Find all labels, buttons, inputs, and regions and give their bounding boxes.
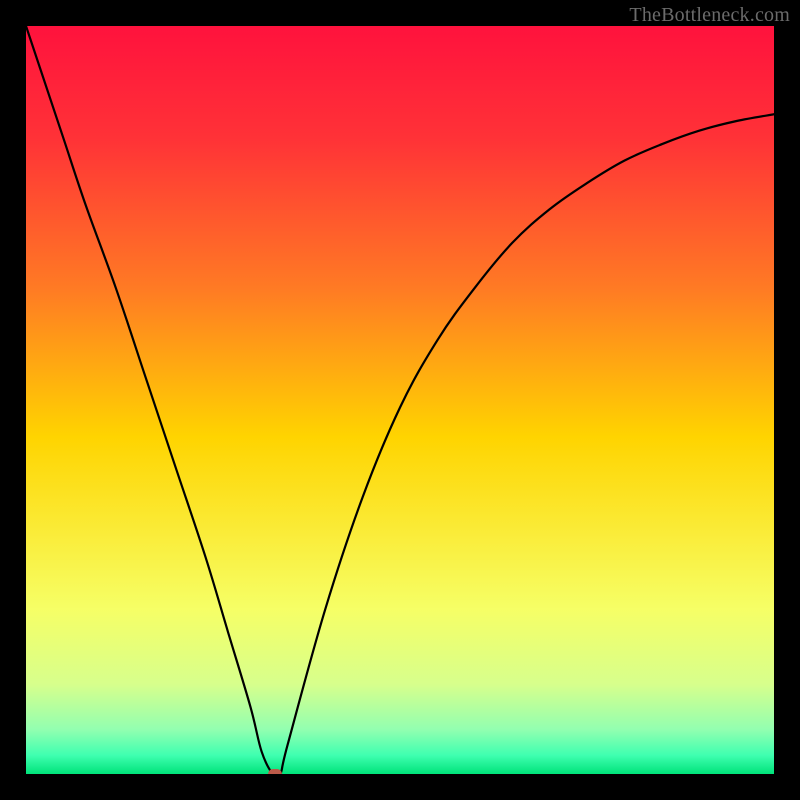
bottleneck-curve: [26, 26, 774, 774]
curve-svg: [26, 26, 774, 774]
optimal-marker: [268, 769, 282, 774]
chart-frame: TheBottleneck.com: [0, 0, 800, 800]
plot-area: [26, 26, 774, 774]
watermark-text: TheBottleneck.com: [629, 4, 790, 27]
